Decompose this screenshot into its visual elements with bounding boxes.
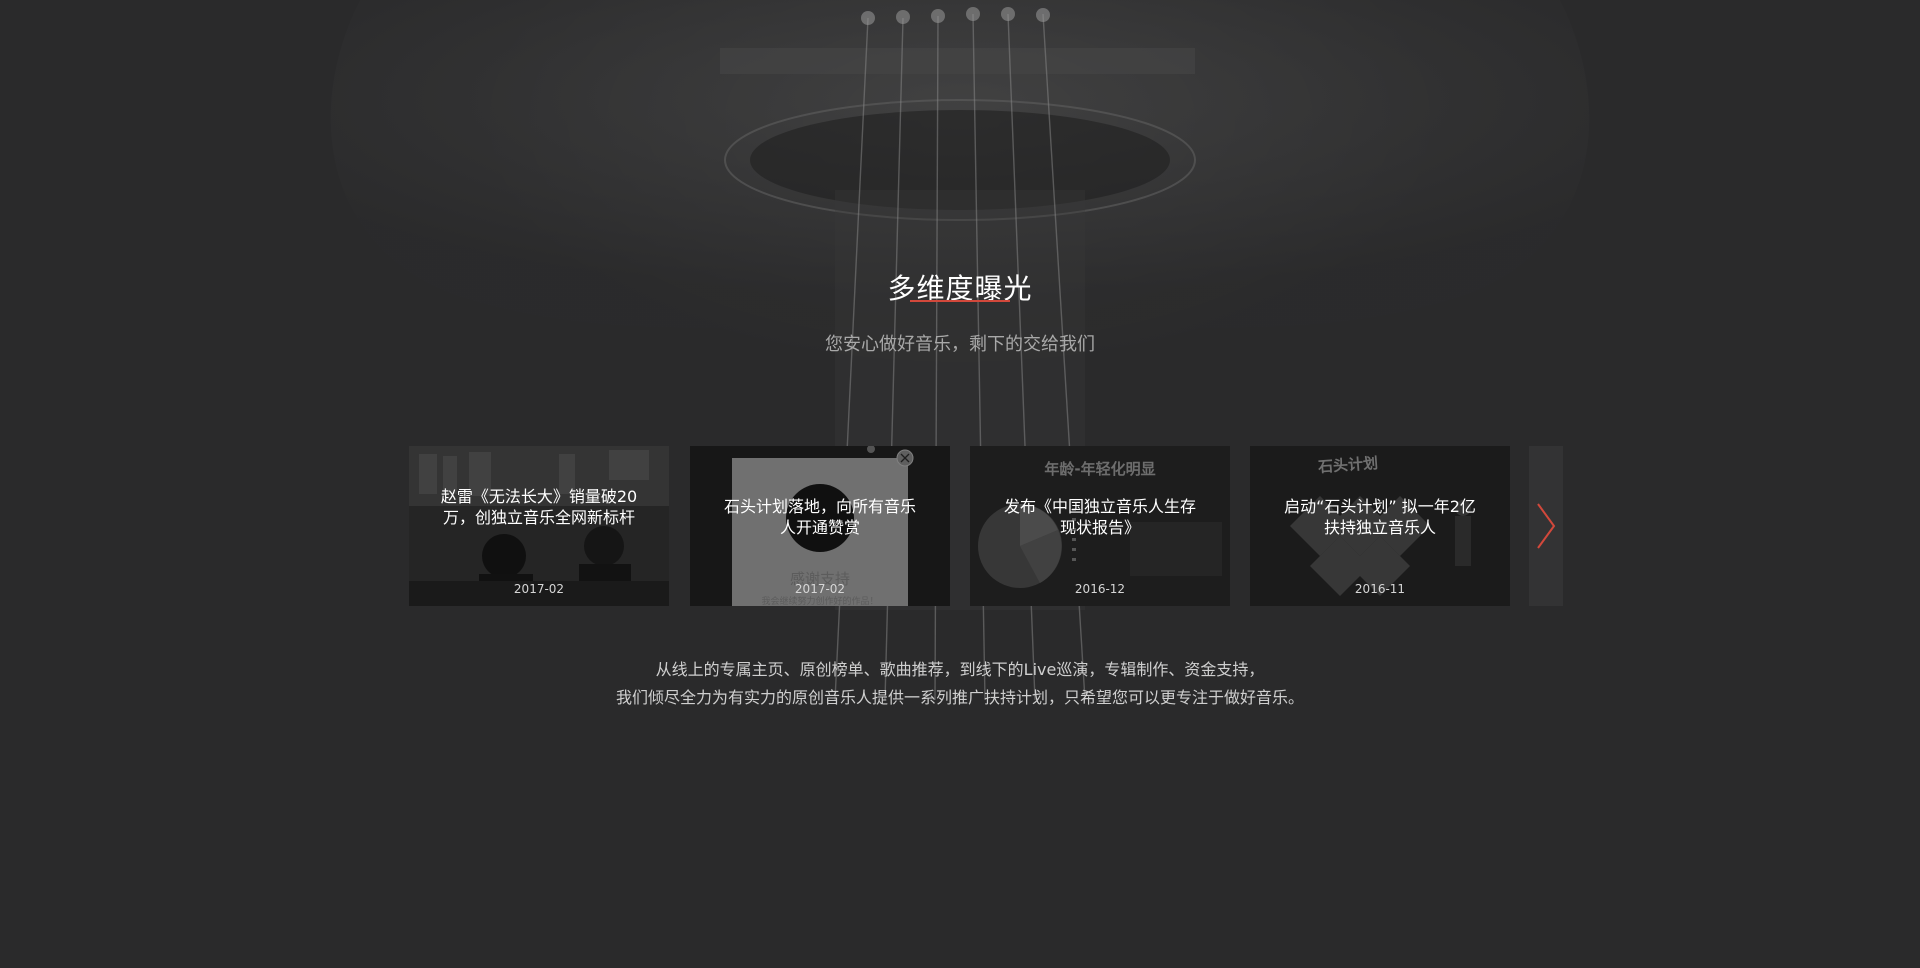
- card-title: 石头计划落地，向所有音乐人开通赞赏: [723, 497, 916, 537]
- description-line-2: 我们倾尽全力为有实力的原创音乐人提供一系列推广扶持计划，只希望您可以更专注于做好…: [615, 688, 1304, 707]
- section-subtitle: 您安心做好音乐，剩下的交给我们: [825, 334, 1095, 355]
- card-date: 2016-12: [1074, 582, 1126, 596]
- card-title: 赵雷《无法长大》销量破20万，创独立音乐全网新标杆: [440, 487, 638, 527]
- card-title: 启动“石头计划” 拟一年2亿扶持独立音乐人: [1284, 497, 1476, 537]
- chevron-right-icon[interactable]: [1535, 502, 1557, 550]
- card-date: 2017-02: [794, 582, 846, 596]
- title-underline: [910, 300, 1010, 302]
- news-card[interactable]: 年龄-年轻化明显 发布《中国独立音乐人生存现状报告》 2016-12: [970, 446, 1230, 606]
- card-image-caption: 石头计划: [1317, 453, 1379, 477]
- card-date: 2017-02: [513, 582, 565, 596]
- section-description: 从线上的专属主页、原创榜单、歌曲推荐，到线下的Live巡演，专辑制作、资金支持，…: [0, 656, 1920, 712]
- card-image-caption: 年龄-年轻化明显: [1044, 460, 1156, 478]
- news-card[interactable]: 赵雷《无法长大》销量破20万，创独立音乐全网新标杆 2017-02: [409, 446, 669, 606]
- card-date: 2016-11: [1354, 582, 1406, 596]
- page-root: 多维度曝光 您安心做好音乐，剩下的交给我们 赵雷《无法长大》销量破20万，创独立…: [0, 0, 1920, 968]
- news-card[interactable]: 石头计划 启动“石头计划” 拟一年2亿扶持独立音乐人 2016-11: [1250, 446, 1510, 606]
- card-title: 发布《中国独立音乐人生存现状报告》: [1003, 497, 1196, 537]
- news-carousel: 赵雷《无法长大》销量破20万，创独立音乐全网新标杆 2017-02 石头计划落地…: [409, 446, 1563, 606]
- news-card[interactable]: 石头计划落地，向所有音乐人开通赞赏 感谢支持 我会继续努力创作好的作品！ 201…: [690, 446, 950, 606]
- description-line-1: 从线上的专属主页、原创榜单、歌曲推荐，到线下的Live巡演，专辑制作、资金支持，: [655, 660, 1265, 679]
